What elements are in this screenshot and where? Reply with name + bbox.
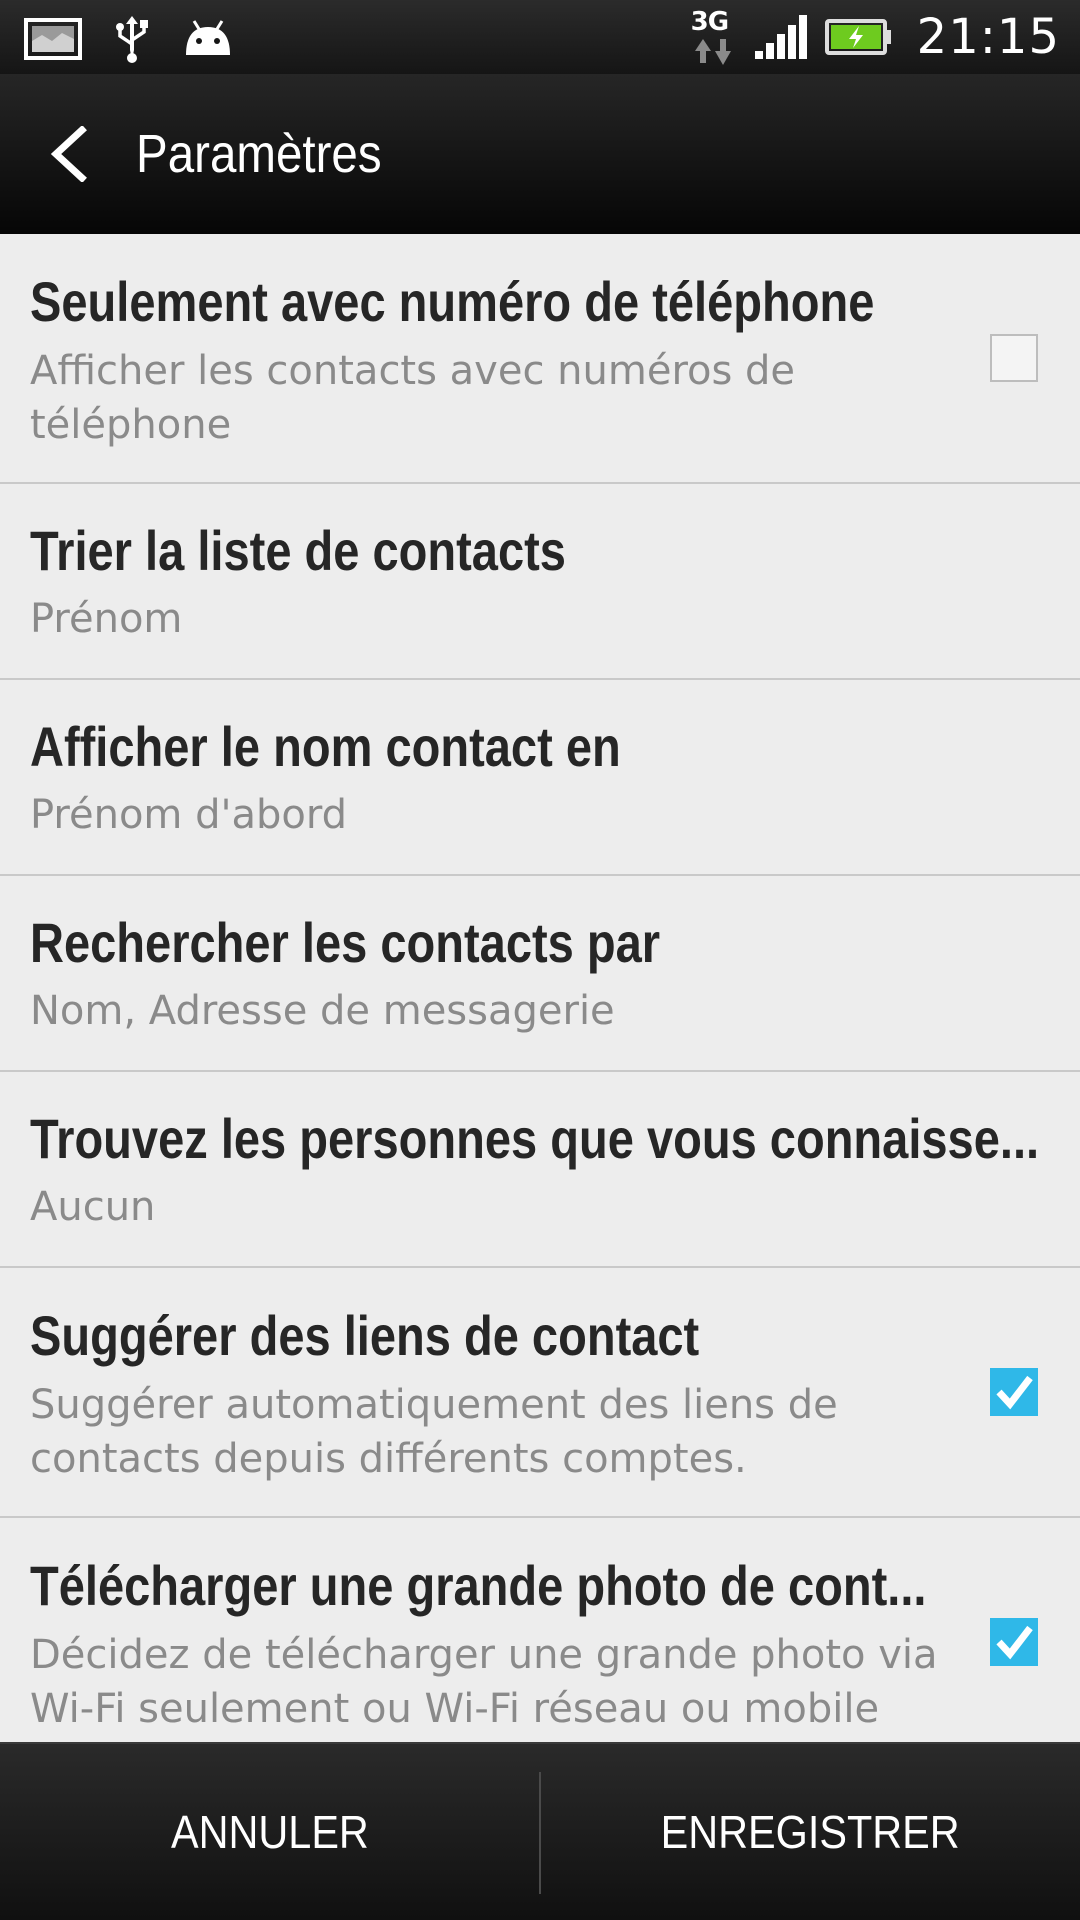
- setting-title: Seulement avec numéro de téléphone: [30, 270, 875, 333]
- setting-summary: Suggérer automatiquement des liens de co…: [30, 1382, 838, 1482]
- settings-list[interactable]: Seulement avec numéro de téléphone Affic…: [0, 234, 1080, 1742]
- setting-title: Afficher le nom contact en: [30, 715, 621, 778]
- setting-title: Trier la liste de contacts: [30, 519, 566, 582]
- usb-icon: [116, 16, 148, 63]
- chevron-left-icon[interactable]: [46, 126, 90, 182]
- action-bar: Paramètres: [0, 74, 1080, 234]
- setting-summary: Prénom d'abord: [30, 792, 347, 838]
- setting-title: Suggérer des liens de contact: [30, 1304, 700, 1367]
- network-type-indicator: 3G: [689, 5, 737, 69]
- setting-download-photo[interactable]: Télécharger une grande photo de cont... …: [0, 1518, 1080, 1742]
- setting-search-by[interactable]: Rechercher les contacts par Nom, Adresse…: [0, 876, 1080, 1072]
- save-button-label: ENREGISTRER: [660, 1806, 960, 1858]
- setting-title: Trouvez les personnes que vous connaisse…: [30, 1107, 1040, 1170]
- setting-summary: Afficher les contacts avec numéros de té…: [30, 348, 796, 448]
- setting-summary: Aucun: [30, 1184, 156, 1230]
- clock: 21:15: [916, 9, 1060, 65]
- setting-sort-contacts[interactable]: Trier la liste de contacts Prénom: [0, 484, 1080, 680]
- setting-summary: Nom, Adresse de messagerie: [30, 988, 615, 1034]
- download-photo-checkbox[interactable]: [990, 1618, 1038, 1666]
- checkmark-icon: [996, 1375, 1033, 1410]
- setting-find-people[interactable]: Trouvez les personnes que vous connaisse…: [0, 1072, 1080, 1268]
- save-button[interactable]: ENREGISTRER: [540, 1744, 1080, 1920]
- setting-phone-only[interactable]: Seulement avec numéro de téléphone Affic…: [0, 234, 1080, 484]
- phone-only-checkbox[interactable]: [990, 334, 1038, 382]
- screenshot-icon: [24, 18, 82, 60]
- android-debug-icon: [186, 20, 230, 55]
- signal-icon: [754, 15, 807, 59]
- data-arrows-icon: [694, 39, 731, 65]
- setting-display-name[interactable]: Afficher le nom contact en Prénom d'abor…: [0, 680, 1080, 876]
- checkmark-icon: [996, 1625, 1033, 1660]
- status-bar-system: 3G 21:15: [689, 0, 1060, 74]
- status-bar-notifications: [24, 14, 234, 64]
- bottom-action-bar: ANNULER ENREGISTRER: [0, 1742, 1080, 1920]
- cancel-button-label: ANNULER: [171, 1806, 369, 1858]
- setting-suggest-links[interactable]: Suggérer des liens de contact Suggérer a…: [0, 1268, 1080, 1518]
- setting-summary: Décidez de télécharger une grande photo …: [30, 1632, 938, 1732]
- setting-title: Rechercher les contacts par: [30, 911, 661, 974]
- suggest-links-checkbox[interactable]: [990, 1368, 1038, 1416]
- setting-summary: Prénom: [30, 596, 183, 642]
- page-title: Paramètres: [136, 124, 382, 184]
- battery-charging-icon: [824, 19, 891, 55]
- setting-title: Télécharger une grande photo de cont...: [30, 1554, 927, 1617]
- status-bar: 3G 21:15: [0, 0, 1080, 74]
- cancel-button[interactable]: ANNULER: [0, 1744, 540, 1920]
